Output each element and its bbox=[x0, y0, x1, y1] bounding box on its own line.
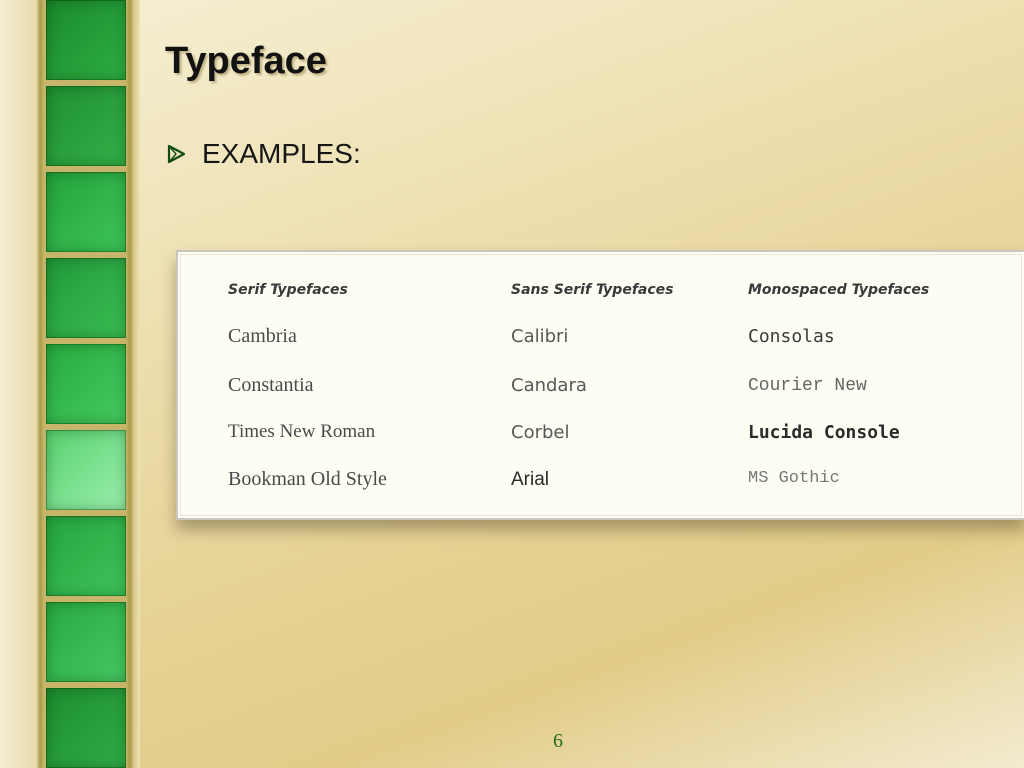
decorative-sidebar bbox=[0, 0, 140, 768]
typeface-example: MS Gothic bbox=[748, 469, 840, 488]
green-tile bbox=[46, 430, 126, 510]
bullet-text: EXAMPLES: bbox=[202, 138, 361, 169]
green-tile bbox=[46, 602, 126, 682]
green-tile bbox=[46, 516, 126, 596]
green-tile bbox=[46, 0, 126, 80]
green-tile bbox=[46, 344, 126, 424]
green-tile bbox=[46, 258, 126, 338]
typeface-example: Courier New bbox=[748, 376, 867, 396]
typeface-example: Candara bbox=[511, 375, 587, 396]
green-tile bbox=[46, 172, 126, 252]
typeface-example: Consolas bbox=[748, 326, 835, 347]
column-header: Serif Typefaces bbox=[228, 282, 348, 298]
green-tile bbox=[46, 86, 126, 166]
typeface-example: Calibri bbox=[511, 326, 569, 347]
typeface-example: Times New Roman bbox=[228, 421, 376, 442]
green-tile bbox=[46, 688, 126, 768]
column-header: Sans Serif Typefaces bbox=[511, 282, 674, 298]
typeface-example: Bookman Old Style bbox=[228, 468, 387, 490]
slide-title: Typeface bbox=[165, 40, 327, 82]
typeface-example: Constantia bbox=[228, 374, 314, 396]
typeface-example: Cambria bbox=[228, 325, 297, 347]
typeface-example: Corbel bbox=[511, 422, 570, 443]
column-header: Monospaced Typefaces bbox=[748, 282, 930, 298]
typeface-example: Arial bbox=[511, 469, 550, 490]
bullet-item: EXAMPLES: bbox=[166, 138, 361, 170]
typeface-example: Lucida Console bbox=[748, 422, 900, 443]
slide-number: 6 bbox=[553, 730, 563, 752]
typeface-examples-table: Serif Typefaces Cambria Constantia Times… bbox=[176, 250, 1024, 520]
arrow-bullet-icon bbox=[167, 144, 186, 164]
